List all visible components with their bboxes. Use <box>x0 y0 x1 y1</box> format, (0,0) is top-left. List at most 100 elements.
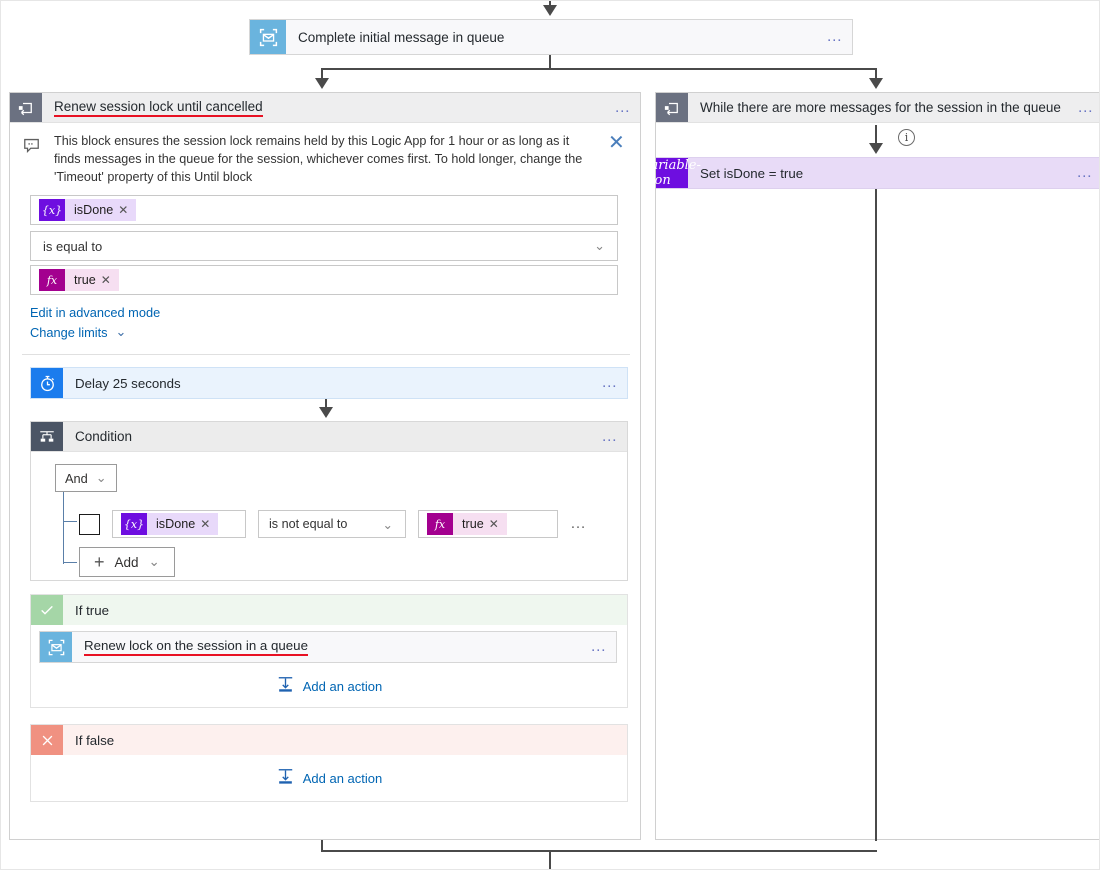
until-operator-value: is equal to <box>43 239 102 254</box>
if-true-body: Renew lock on the session in a queue … A… <box>31 625 627 707</box>
token-variable-isdone[interactable]: {x} isDone ✕ <box>121 513 218 535</box>
condition-rows: {x} isDone ✕ is not equal to ⌄ fx true ✕ <box>55 502 627 566</box>
if-false-header: If false <box>31 725 627 755</box>
logic-operator-dropdown[interactable]: And ⌄ <box>55 464 117 492</box>
condition-title: Condition <box>63 422 593 451</box>
delay-title: Delay 25 seconds <box>63 368 593 398</box>
condition-header[interactable]: Condition … <box>31 422 627 452</box>
condition-body: And ⌄ {x} isDone ✕ <box>31 452 627 580</box>
renew-lock-more-button[interactable]: … <box>582 632 616 662</box>
plus-icon: + <box>94 553 105 571</box>
function-icon: fx <box>39 269 65 291</box>
add-action-if-false[interactable]: Add an action <box>31 767 627 789</box>
action-card-set-isdone[interactable]: variable-icon Set isDone = true … <box>656 157 1100 189</box>
token-function-true[interactable]: fx true ✕ <box>39 269 119 291</box>
close-icon[interactable]: ✕ <box>608 133 630 187</box>
chevron-down-icon: ⌄ <box>96 470 107 486</box>
condition-block: Condition … And ⌄ {x} <box>30 421 628 581</box>
chevron-down-icon: ⌄ <box>382 517 393 532</box>
until-body-divider <box>22 354 630 355</box>
function-icon: fx <box>427 513 453 535</box>
token-label: true <box>74 273 96 287</box>
token-function-true[interactable]: fx true ✕ <box>427 513 507 535</box>
connector-split-stem <box>549 55 551 69</box>
cross-icon <box>31 725 63 755</box>
checkmark-icon <box>31 595 63 625</box>
chevron-down-icon: ⌄ <box>594 238 605 254</box>
connector-arrow-left-branch <box>315 78 329 89</box>
action-card-complete-initial-message[interactable]: Complete initial message in queue … <box>249 19 853 55</box>
connector-split-bar <box>321 68 877 70</box>
connector-merge-bar <box>321 850 877 852</box>
variable-icon: {x} <box>39 199 65 221</box>
add-condition-label: Add <box>115 555 139 570</box>
token-variable-isdone[interactable]: {x} isDone ✕ <box>39 199 136 221</box>
until-scope-header[interactable]: Renew session lock until cancelled … <box>10 93 640 123</box>
token-remove-icon: ✕ <box>101 273 111 287</box>
chevron-down-icon: ⌄ <box>149 554 160 570</box>
connector-foreach-trunk <box>875 189 877 841</box>
condition-row: {x} isDone ✕ is not equal to ⌄ fx true ✕ <box>79 510 588 538</box>
if-true-label: If true <box>63 595 109 625</box>
until-scope-more-button[interactable]: … <box>606 93 640 122</box>
tree-line-horizontal-row <box>63 521 77 522</box>
condition-operator-value: is not equal to <box>269 517 347 531</box>
connector-arrow-right-branch <box>869 78 883 89</box>
token-remove-icon: ✕ <box>200 517 210 531</box>
renew-lock-title: Renew lock on the session in a queue <box>84 638 308 656</box>
token-label: isDone <box>156 517 195 531</box>
condition-left-operand-field[interactable]: {x} isDone ✕ <box>112 510 246 538</box>
connector-arrow-top <box>543 5 557 16</box>
action-more-button[interactable]: … <box>818 20 852 54</box>
change-limits-link[interactable]: Change limits <box>30 325 108 340</box>
condition-more-button[interactable]: … <box>593 422 627 451</box>
if-false-label: If false <box>63 725 114 755</box>
until-right-operand-field[interactable]: fx true ✕ <box>30 265 618 295</box>
info-icon[interactable]: i <box>898 129 915 146</box>
variable-icon: {x} <box>121 513 147 535</box>
if-false-body: Add an action <box>31 755 627 801</box>
branch-if-false: If false Add an action <box>30 724 628 802</box>
foreach-scope-more-button[interactable]: … <box>1069 93 1100 122</box>
action-title: Complete initial message in queue <box>286 20 818 54</box>
chevron-down-icon: ⌄ <box>116 324 127 340</box>
add-action-icon <box>276 767 295 789</box>
until-scope-title-wrap: Renew session lock until cancelled <box>42 93 606 122</box>
token-remove-icon: ✕ <box>118 203 128 217</box>
condition-row-checkbox[interactable] <box>79 514 100 535</box>
condition-operator-dropdown[interactable]: is not equal to ⌄ <box>258 510 406 538</box>
change-limits-row[interactable]: Change limits ⌄ <box>30 324 126 340</box>
token-label: isDone <box>74 203 113 217</box>
until-loop-icon <box>10 93 42 122</box>
condition-row-more-button[interactable]: … <box>570 519 588 529</box>
edit-advanced-mode-link[interactable]: Edit in advanced mode <box>30 305 160 320</box>
condition-branch-icon <box>31 422 63 451</box>
action-card-renew-lock[interactable]: Renew lock on the session in a queue … <box>39 631 617 663</box>
tree-line-vertical <box>63 492 64 564</box>
tree-line-horizontal-add <box>63 562 77 563</box>
action-card-delay[interactable]: Delay 25 seconds … <box>30 367 628 399</box>
if-true-header: If true <box>31 595 627 625</box>
connector-arrow-foreach <box>869 143 883 154</box>
until-scope-title: Renew session lock until cancelled <box>54 99 263 117</box>
set-isdone-more-button[interactable]: … <box>1068 158 1100 188</box>
add-action-label: Add an action <box>303 679 383 694</box>
logic-app-designer-canvas: Complete initial message in queue … Rene… <box>0 0 1100 870</box>
add-action-label: Add an action <box>303 771 383 786</box>
set-isdone-title: Set isDone = true <box>688 158 1068 188</box>
branch-if-true: If true Renew lock on the session in a q… <box>30 594 628 708</box>
add-condition-button[interactable]: + Add ⌄ <box>79 547 175 577</box>
logic-operator-value: And <box>65 471 88 486</box>
token-remove-icon: ✕ <box>489 517 499 531</box>
comment-text: This block ensures the session lock rema… <box>54 133 598 187</box>
until-left-operand-field[interactable]: {x} isDone ✕ <box>30 195 618 225</box>
connector-merge-stem <box>549 850 551 870</box>
foreach-scope-header[interactable]: While there are more messages for the se… <box>656 93 1100 123</box>
token-label: true <box>462 517 484 531</box>
add-action-if-true[interactable]: Add an action <box>31 675 627 697</box>
until-operator-dropdown[interactable]: is equal to ⌄ <box>30 231 618 261</box>
delay-more-button[interactable]: … <box>593 368 627 398</box>
until-loop-icon <box>656 93 688 122</box>
variable-icon: variable-icon <box>656 158 688 188</box>
condition-right-operand-field[interactable]: fx true ✕ <box>418 510 558 538</box>
